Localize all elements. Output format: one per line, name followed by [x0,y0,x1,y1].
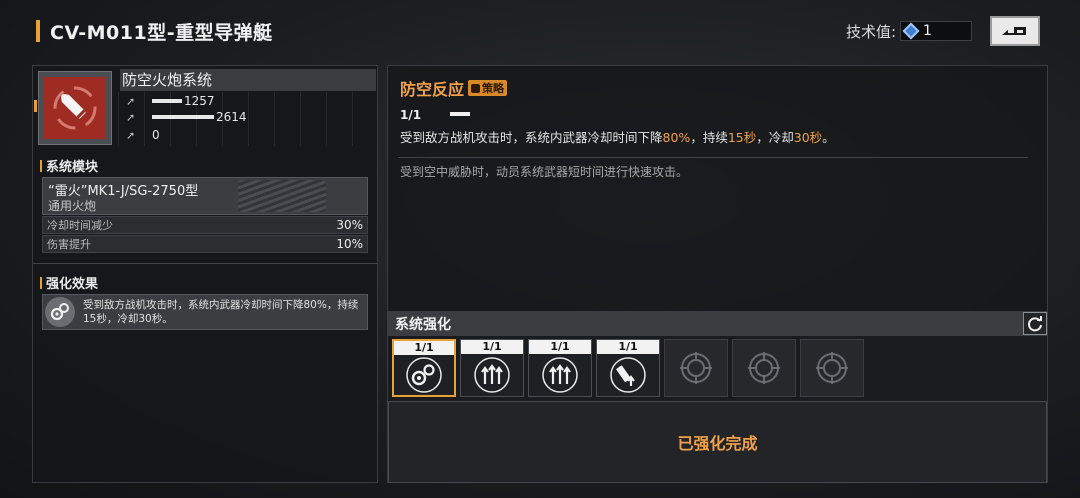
system-enhance-header [388,311,1047,336]
slot-count: 1/1 [529,340,591,354]
arrow-up-icon: ➚ [126,94,136,108]
stat-bar [152,99,182,103]
tech-value-display: 技术值: 1 [846,20,972,42]
arrow-up-icon: ➚ [126,110,136,124]
back-arrow-icon [1002,27,1026,35]
back-button[interactable] [990,16,1040,46]
skill-level: 1/1 [400,108,422,122]
page-title: CV-M011型-重型导弹艇 [50,21,273,44]
tech-value: 1 [923,23,932,39]
module-stat-row: 伤害提升 10% [42,235,368,253]
stat-value: 0 [152,128,160,142]
module-cannon-image [238,180,326,212]
enhance-complete-status: 已强化完成 [388,401,1047,483]
refresh-icon [1028,315,1042,331]
module-stat-value: 30% [336,218,363,232]
skill-level-bar [450,112,470,116]
page-header: CV-M011型-重型导弹艇 [36,16,273,46]
tech-gem-icon [902,22,920,40]
stat-value: 2614 [216,110,247,124]
enhancement-section-title: 强化效果 [40,273,98,292]
stat-row: ➚ 0 [126,127,160,143]
gear-chain-icon [45,297,75,327]
system-enhance-title: 系统强化 [395,317,451,333]
skill-title: 防空反应 [400,80,465,99]
slot-count: 1/1 [461,340,523,354]
skill-flavor-text: 受到空中威胁时，动员系统武器短时间进行快速攻击。 [400,165,689,179]
module-stat-label: 冷却时间减少 [47,219,113,232]
weapon-name: 防空火炮系统 [120,69,376,91]
module-stat-value: 10% [336,237,363,251]
module-stat-label: 伤害提升 [47,238,91,251]
slot-count: 1/1 [394,341,454,355]
gear-chain-icon [406,357,442,393]
arrow-up-icon: ➚ [126,128,136,142]
slot-count: 1/1 [597,340,659,354]
stat-row: ➚ 2614 [126,109,247,125]
divider [33,263,377,264]
enhancement-effect-text: 受到敌方战机攻击时，系统内武器冷却时间下降80%，持续15秒，冷却30秒。 [83,299,359,325]
skill-header: 防空反应 策略 [400,76,508,100]
enhance-slot-locked[interactable] [664,339,728,397]
strategy-tag-label: 策略 [482,82,505,95]
triple-arrow-up-icon [474,357,510,393]
enhance-slot[interactable]: 1/1 [460,339,524,397]
cannon-up-icon [610,357,646,393]
bullet-crosshair-icon [44,77,106,139]
locked-target-icon [816,352,848,384]
tech-label: 技术值: [845,22,896,41]
tech-value-box: 1 [900,21,972,41]
stat-value: 1257 [184,94,215,108]
skill-description: 受到敌方战机攻击时，系统内武器冷却时间下降80%，持续15秒，冷却30秒。 [400,130,835,145]
refresh-button[interactable] [1023,312,1047,335]
locked-target-icon [748,352,780,384]
module-stat-row: 冷却时间减少 30% [42,216,368,234]
strategy-tag: 策略 [468,80,508,96]
modules-section-title: 系统模块 [40,156,98,175]
stat-bar [152,115,214,119]
enhance-slot[interactable]: 1/1 [528,339,592,397]
divider [398,157,1028,158]
enhance-slot-locked[interactable] [800,339,864,397]
locked-target-icon [680,352,712,384]
title-accent-bar [36,20,40,42]
stat-row: ➚ 1257 [126,93,215,109]
selection-marker [34,100,37,112]
enhance-slot[interactable]: 1/1 [392,339,456,397]
enhance-slot-locked[interactable] [732,339,796,397]
enhance-slot[interactable]: 1/1 [596,339,660,397]
tag-icon [471,83,481,93]
triple-arrow-up-icon [542,357,578,393]
module-type: 通用火炮 [48,199,97,213]
